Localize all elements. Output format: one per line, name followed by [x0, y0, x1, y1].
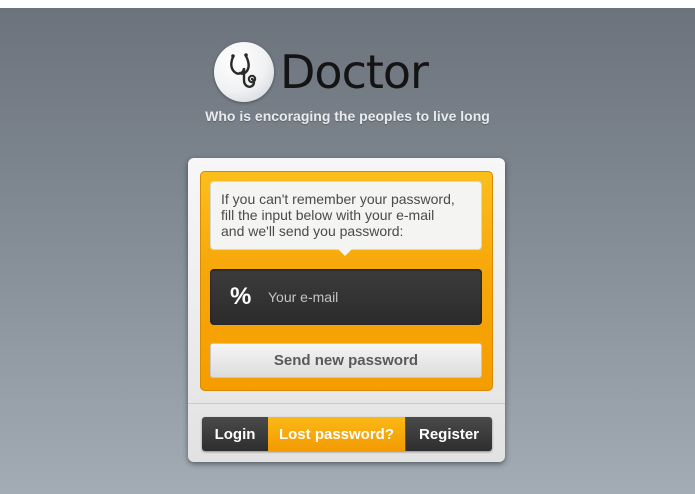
email-field-container: %	[210, 269, 482, 325]
logo: Doctor	[214, 40, 429, 104]
logo-text: Doctor	[280, 45, 429, 99]
auth-tabs: Login Lost password? Register	[202, 417, 492, 451]
instructions-bubble: If you can't remember your password, fil…	[210, 181, 482, 256]
tab-register[interactable]: Register	[405, 417, 492, 451]
tab-login[interactable]: Login	[202, 417, 268, 451]
password-recovery-card: If you can't remember your password, fil…	[188, 158, 505, 462]
send-new-password-button[interactable]: Send new password	[210, 343, 482, 378]
tagline: Who is encoraging the peoples to live lo…	[205, 108, 490, 124]
instructions-line-1: If you can't remember your password,	[221, 191, 455, 207]
divider	[188, 403, 505, 404]
percent-icon: %	[230, 283, 252, 310]
form-panel: If you can't remember your password, fil…	[200, 171, 493, 391]
tab-lost-password[interactable]: Lost password?	[268, 417, 405, 451]
instructions-line-2: fill the input below with your e-mail	[221, 207, 435, 223]
stethoscope-icon	[214, 42, 274, 102]
email-input[interactable]	[266, 288, 470, 306]
instructions-line-3: and we'll send you password:	[221, 223, 404, 239]
